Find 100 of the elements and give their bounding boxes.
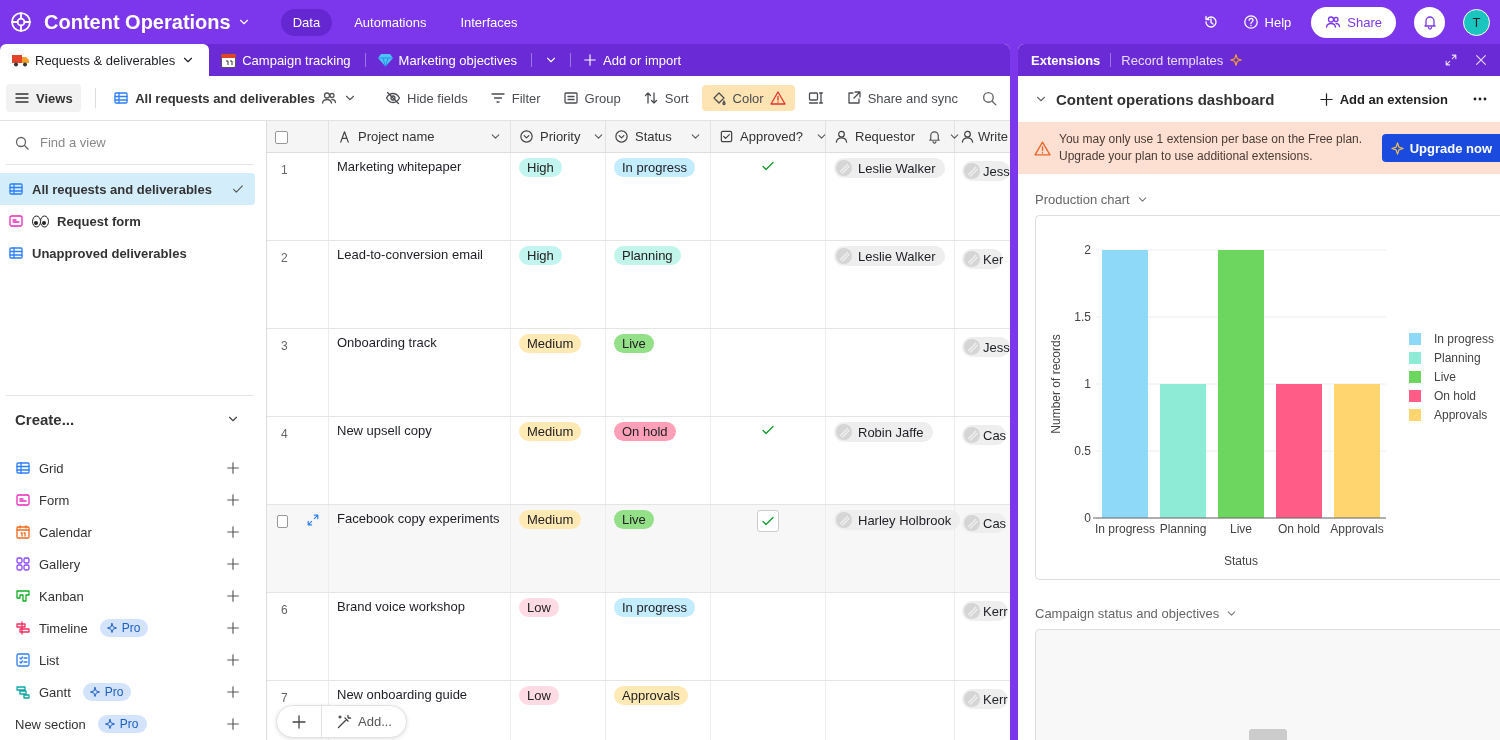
status-tag: In progress (614, 598, 696, 617)
user-name: Robin Jaffe (858, 424, 924, 440)
priority-tag: High (519, 158, 562, 177)
legend-label: Planning (1434, 351, 1481, 365)
base-title[interactable]: Content Operations (44, 10, 231, 34)
create-option[interactable]: Calendar (39, 524, 92, 540)
axis-tick-label: 1.5 (1074, 310, 1091, 324)
view-item[interactable]: Unapproved deliverables (0, 237, 255, 269)
user-name: Leslie Walker (858, 248, 936, 264)
legend-label: On hold (1434, 389, 1477, 403)
table-cell: New upsell copy (337, 423, 432, 438)
row-number: 3 (280, 338, 289, 355)
user-name: Jess (983, 339, 1010, 355)
create-option[interactable]: Form (39, 492, 70, 508)
column-header[interactable]: Approved? (740, 129, 803, 144)
toolbar-button[interactable]: Share and sync (836, 85, 967, 111)
table-cell: Facebook copy experiments (337, 511, 500, 526)
badge-label: Pro (104, 685, 124, 699)
create-option[interactable]: Timeline (39, 620, 88, 636)
panel-tab[interactable]: Record templates (1121, 52, 1254, 68)
axis-tick-label: Planning (1159, 522, 1207, 536)
status-tag: Approvals (614, 686, 688, 705)
axis-tick-label: On hold (1278, 522, 1320, 536)
user-name: Leslie Walker (858, 160, 936, 176)
create-option[interactable]: Grid (39, 460, 64, 476)
table-cell: Lead-to-conversion email (337, 247, 483, 262)
priority-tag: Low (519, 598, 559, 617)
user-name: Ker (983, 251, 1004, 267)
column-header[interactable]: Requestor (855, 129, 915, 144)
table-tab[interactable]: Marketing objectives (365, 44, 532, 76)
views-button[interactable]: Views (6, 84, 81, 112)
table-cell: Onboarding track (337, 335, 437, 350)
panel-tab[interactable]: Extensions (1031, 52, 1111, 68)
add-extension-button[interactable]: Add an extension (1318, 91, 1448, 107)
view-item[interactable]: Request form (0, 205, 255, 237)
priority-tag: High (519, 246, 562, 265)
axis-tick-label: 0 (1084, 511, 1091, 525)
axis-title: Status (1224, 554, 1258, 568)
user-name: Kerr (983, 603, 1008, 619)
create-option[interactable]: New section (15, 716, 86, 732)
dashboard-title: Content operations dashboard (1056, 90, 1275, 108)
add-table-button[interactable]: Add or import (571, 44, 694, 76)
row-number: 6 (280, 602, 289, 619)
help-button[interactable]: Help (1242, 14, 1292, 30)
axis-tick-label: 0.5 (1074, 444, 1091, 458)
badge-label: Pro (121, 621, 141, 635)
legend-label: In progress (1434, 332, 1495, 346)
axis-tick-label: 1 (1084, 377, 1091, 391)
axis-tick-label: Approvals (1330, 522, 1384, 536)
create-option[interactable]: Gallery (39, 556, 81, 572)
nav-tab[interactable]: Interfaces (448, 8, 530, 36)
priority-tag: Medium (519, 510, 582, 529)
nav-tab[interactable]: Automations (342, 8, 439, 36)
axis-tick-label: 2 (1084, 243, 1091, 257)
table-row[interactable]: 2 Lead-to-conversion email High Planning Leslie Walker Ker (267, 241, 1010, 329)
toolbar-button[interactable]: Group (553, 85, 630, 111)
toolbar-button[interactable]: Hide fields (376, 85, 477, 111)
nav-tab[interactable]: Data (280, 8, 333, 36)
create-option[interactable]: Kanban (39, 588, 84, 604)
toolbar-button[interactable]: Sort (633, 85, 698, 111)
table-cell: Brand voice workshop (337, 599, 465, 614)
column-header[interactable]: Write (978, 129, 1009, 144)
table-row[interactable]: 3 Onboarding track Medium Live Jess (267, 329, 1010, 417)
column-header[interactable]: Project name (358, 129, 435, 144)
table-row[interactable]: Facebook copy experiments Medium Live Harley Holbrook Cas (267, 505, 1010, 593)
row-number: 4 (280, 426, 289, 443)
priority-tag: Low (519, 686, 559, 705)
status-tag: Live (614, 334, 654, 353)
priority-tag: Medium (519, 422, 582, 441)
table-cell: Marketing whitepaper (337, 159, 462, 174)
create-option[interactable]: Gantt (39, 684, 71, 700)
row-number: 1 (280, 162, 289, 179)
column-header[interactable]: Priority (540, 129, 581, 144)
column-header[interactable]: Status (635, 129, 672, 144)
banner-text: You may only use 1 extension per base on the Free plan. Upgrade your plan to use additional extensions. (1059, 131, 1364, 165)
status-tag: Live (614, 510, 654, 529)
user-avatar[interactable]: T (1463, 8, 1490, 36)
share-button[interactable]: Share (1311, 6, 1396, 38)
axis-title: Number of records (1049, 334, 1063, 434)
upgrade-button[interactable]: Upgrade now (1381, 134, 1500, 162)
table-row[interactable]: 1 Marketing whitepaper High In progress Leslie Walker Jess (267, 153, 1010, 241)
legend-label: Approvals (1434, 408, 1488, 422)
toolbar-button[interactable]: Filter (480, 85, 550, 111)
table-tab[interactable]: Campaign tracking (209, 44, 365, 76)
user-name: Kerr (983, 691, 1008, 707)
view-item[interactable]: All requests and deliverables (0, 173, 255, 205)
priority-tag: Medium (519, 334, 582, 353)
toolbar-button[interactable]: Color (701, 85, 795, 111)
table-row[interactable]: 6 Brand voice workshop Low In progress Kerr (267, 593, 1010, 681)
user-name: Cas (983, 515, 1007, 531)
view-switcher[interactable]: All requests and deliverables (109, 85, 362, 111)
search-field[interactable]: Find a view (38, 134, 218, 151)
axis-tick-label: In progress (1095, 522, 1155, 536)
table-tab[interactable]: Requests & deliverables (0, 44, 210, 76)
legend-label: Live (1434, 370, 1456, 384)
section-title[interactable]: Production chart (1035, 192, 1130, 207)
create-option[interactable]: List (39, 652, 60, 668)
section-title[interactable]: Campaign status and objectives (1035, 606, 1220, 621)
user-name: Harley Holbrook (858, 512, 952, 528)
section-heading: Create... (15, 410, 75, 428)
